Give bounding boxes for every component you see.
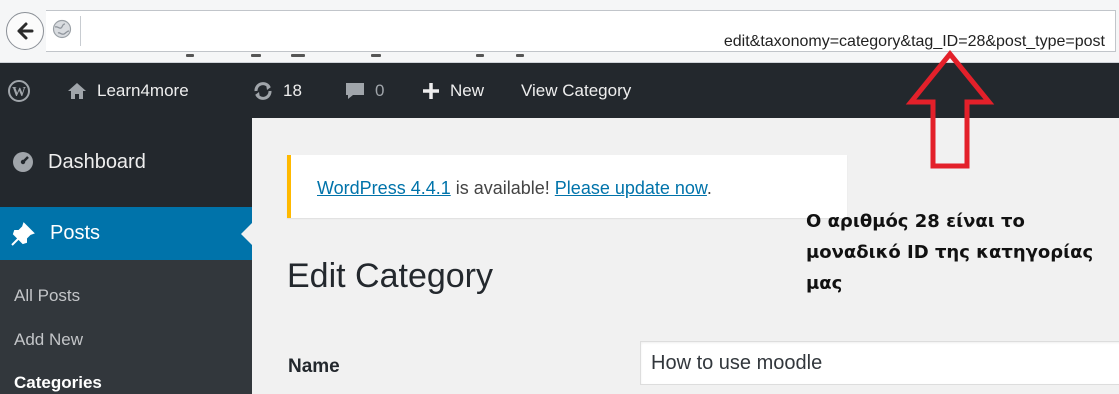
pushpin-icon xyxy=(10,221,36,247)
url-text[interactable]: edit&taxonomy=category&tag_ID=28&post_ty… xyxy=(724,33,1105,51)
submenu-categories[interactable]: Categories xyxy=(14,373,102,393)
category-name-input[interactable] xyxy=(640,341,1119,385)
new-content-menu[interactable]: New xyxy=(421,63,484,118)
url-redaction xyxy=(371,54,381,57)
url-redaction xyxy=(291,54,305,57)
sidebar-item-posts[interactable]: Posts xyxy=(0,207,252,260)
url-redaction xyxy=(186,54,194,57)
annotation-text: Ο αριθμός 28 είναι το μοναδικό ID της κα… xyxy=(806,206,1116,299)
admin-sidebar: Dashboard Posts All Posts Add New Catego… xyxy=(0,118,252,394)
new-label: New xyxy=(450,80,485,100)
submenu-add-new[interactable]: Add New xyxy=(14,330,83,350)
comments-count: 0 xyxy=(375,80,385,100)
annotation-line: μας xyxy=(806,273,843,294)
dashboard-icon xyxy=(12,151,34,173)
globe-icon[interactable] xyxy=(52,19,72,39)
name-label: Name xyxy=(288,356,340,377)
notice-message: is available! xyxy=(450,178,555,198)
url-redaction xyxy=(476,54,484,57)
submenu-all-posts[interactable]: All Posts xyxy=(14,286,80,306)
sidebar-item-dashboard[interactable]: Dashboard xyxy=(0,118,252,206)
view-category-link[interactable]: View Category xyxy=(521,63,631,118)
refresh-icon xyxy=(252,80,274,102)
comment-icon xyxy=(344,81,366,101)
page-title: Edit Category xyxy=(287,257,493,295)
update-notice: WordPress 4.4.1 is available! Please upd… xyxy=(287,155,847,218)
arrow-left-icon xyxy=(17,22,34,40)
update-now-link[interactable]: Please update now xyxy=(555,178,707,198)
plus-icon xyxy=(421,81,441,101)
updates-count: 18 xyxy=(283,80,302,100)
posts-submenu: All Posts Add New Categories xyxy=(0,260,252,394)
comments-menu[interactable]: 0 xyxy=(344,63,384,118)
wordpress-logo-icon: W xyxy=(8,79,30,102)
url-separator xyxy=(80,16,81,46)
svg-text:W: W xyxy=(12,85,26,100)
updates-menu[interactable]: 18 xyxy=(252,63,302,118)
view-category-label: View Category xyxy=(521,80,632,100)
site-name-menu[interactable]: Learn4more xyxy=(66,63,189,118)
notice-text: WordPress 4.4.1 is available! Please upd… xyxy=(317,178,712,199)
annotation-line: μοναδικό ID της κατηγορίας xyxy=(806,242,1094,263)
annotation-arrow-icon xyxy=(905,50,995,169)
wp-logo-menu[interactable]: W xyxy=(8,63,30,118)
site-name: Learn4more xyxy=(97,80,189,100)
url-bar[interactable]: edit&taxonomy=category&tag_ID=28&post_ty… xyxy=(46,10,1116,57)
url-redaction xyxy=(251,54,261,57)
sidebar-item-label: Posts xyxy=(50,222,101,244)
sidebar-item-label: Dashboard xyxy=(48,150,146,173)
annotation-line: Ο αριθμός 28 είναι το xyxy=(806,211,1025,232)
url-redaction xyxy=(516,54,524,57)
current-menu-arrow xyxy=(241,223,252,245)
home-icon xyxy=(66,81,88,101)
notice-end: . xyxy=(706,178,712,198)
wordpress-version-link[interactable]: WordPress 4.4.1 xyxy=(317,178,451,198)
back-button[interactable] xyxy=(6,12,44,50)
